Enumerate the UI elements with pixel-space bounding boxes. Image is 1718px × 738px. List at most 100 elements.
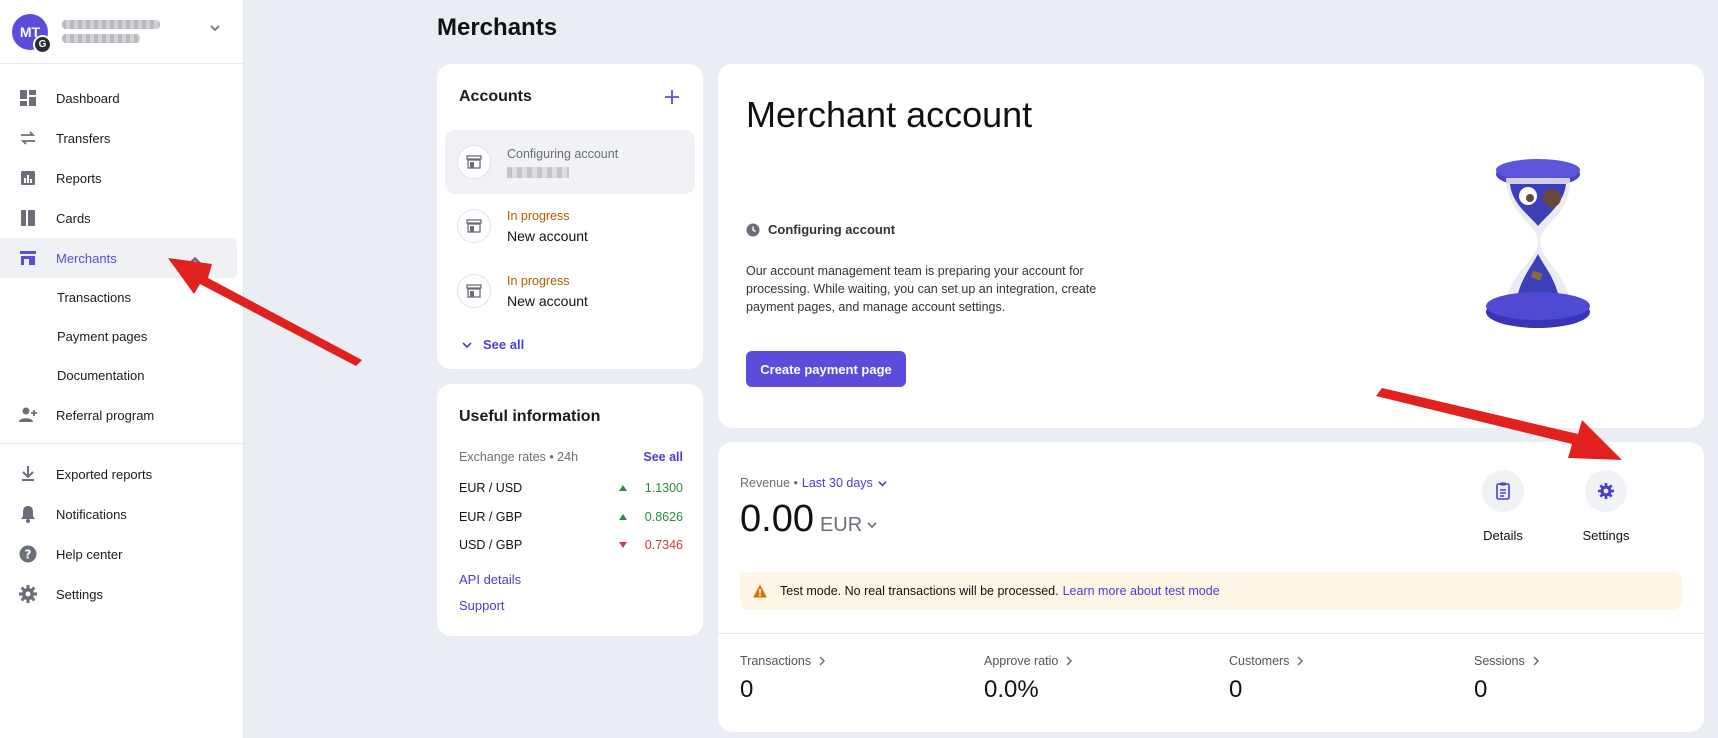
api-details-link[interactable]: API details xyxy=(459,572,521,587)
add-account-plus-icon[interactable] xyxy=(663,88,681,106)
nav-settings[interactable]: Settings xyxy=(0,574,243,614)
rate-pair: EUR / GBP xyxy=(459,510,523,524)
nav-merchants[interactable]: Merchants xyxy=(0,238,237,278)
stat-sessions[interactable]: Sessions 0 xyxy=(1474,654,1541,704)
stat-value: 0.0% xyxy=(984,676,1039,703)
store-icon xyxy=(466,284,482,298)
stat-customers[interactable]: Customers 0 xyxy=(1229,654,1305,704)
chevron-down-icon xyxy=(462,341,472,348)
avatar: MT G xyxy=(12,13,52,54)
nav-referral-program[interactable]: Referral program xyxy=(0,395,243,435)
chevron-right-icon xyxy=(1297,656,1304,666)
chevron-up-icon[interactable] xyxy=(185,252,205,272)
chevron-right-icon xyxy=(1533,656,1539,666)
stat-value: 0 xyxy=(1474,676,1488,703)
learn-more-test-mode-link[interactable]: Learn more about test mode xyxy=(1063,584,1220,598)
gear-icon xyxy=(19,585,37,603)
cards-icon xyxy=(21,210,35,226)
chevron-down-icon xyxy=(878,480,887,487)
rate-value: 0.8626 xyxy=(644,510,683,524)
exchange-rates-label: Exchange rates • 24h xyxy=(459,450,579,464)
settings-button[interactable]: Settings xyxy=(1561,470,1651,543)
stat-approve-ratio[interactable]: Approve ratio 0.0% xyxy=(984,654,1074,704)
nav-help-center[interactable]: ? Help center xyxy=(0,534,243,574)
nav-payment-pages[interactable]: Payment pages xyxy=(0,317,243,356)
stat-title: Transactions xyxy=(740,654,812,668)
rate-value: 0.7346 xyxy=(644,538,683,552)
store-icon-badge xyxy=(457,274,491,308)
nav-label: Notifications xyxy=(56,506,127,522)
download-icon xyxy=(22,466,34,481)
merchant-description: Our account management team is preparing… xyxy=(746,264,1097,314)
rate-row: USD / GBP 0.7346 xyxy=(459,538,683,552)
stat-value: 0 xyxy=(740,676,754,703)
revenue-card: Revenue • Last 30 days 0.00 EUR Details … xyxy=(718,442,1704,732)
clipboard-icon xyxy=(1496,482,1510,500)
revenue-value: 0.00 xyxy=(740,498,814,540)
see-all-accounts-link[interactable]: See all xyxy=(461,337,524,352)
chevron-right-icon xyxy=(819,656,826,666)
account-item[interactable]: In progress New account xyxy=(445,194,695,258)
chevron-down-icon[interactable] xyxy=(209,22,221,34)
account-item[interactable]: In progress New account xyxy=(445,259,695,323)
reports-icon xyxy=(21,171,35,185)
details-icon-circle xyxy=(1482,470,1524,512)
profile-switcher[interactable]: MT G xyxy=(0,0,243,64)
details-button[interactable]: Details xyxy=(1458,470,1548,543)
nav-transfers[interactable]: Transfers xyxy=(0,118,243,158)
useful-information-card: Useful information Exchange rates • 24h … xyxy=(437,384,703,636)
account-name: New account xyxy=(507,227,588,244)
avatar-badge: G xyxy=(33,34,52,54)
warning-icon xyxy=(753,584,767,598)
revenue-label: Revenue • xyxy=(740,476,798,490)
test-mode-text: Test mode. No real transactions will be … xyxy=(780,584,1059,598)
trend-up-icon xyxy=(619,514,627,520)
nav-reports[interactable]: Reports xyxy=(0,158,243,198)
create-payment-page-button[interactable]: Create payment page xyxy=(746,351,906,387)
chevron-down-icon[interactable] xyxy=(866,519,878,531)
account-item[interactable]: Configuring account xyxy=(445,130,695,194)
accounts-card: Accounts Configuring account In progress… xyxy=(437,64,703,369)
store-icon xyxy=(20,251,36,265)
nav-dashboard[interactable]: Dashboard xyxy=(0,78,243,118)
see-all-rates-link[interactable]: See all xyxy=(643,450,683,464)
bell-icon xyxy=(21,506,35,523)
nav-transactions[interactable]: Transactions xyxy=(0,278,243,317)
trend-down-icon xyxy=(619,542,627,548)
exchange-rates-header: Exchange rates • 24h See all xyxy=(459,450,683,464)
merchant-account-card: Merchant account Configuring account Our… xyxy=(718,64,1704,428)
main-nav: Dashboard Transfers Reports Cards Mercha… xyxy=(0,64,243,614)
account-status: In progress xyxy=(507,273,570,288)
nav-label: Settings xyxy=(56,586,103,602)
accounts-title: Accounts xyxy=(459,88,532,105)
stat-transactions[interactable]: Transactions 0 xyxy=(740,654,827,704)
settings-label: Settings xyxy=(1582,528,1630,543)
redacted-account-name xyxy=(507,166,569,178)
nav-exported-reports[interactable]: Exported reports xyxy=(0,454,243,494)
chevron-right-icon xyxy=(1066,656,1073,666)
svg-text:?: ? xyxy=(25,548,32,562)
store-icon xyxy=(466,155,482,169)
details-label: Details xyxy=(1483,528,1523,543)
dashboard-icon xyxy=(20,90,36,106)
configuring-status: Configuring account xyxy=(746,222,895,237)
revenue-divider xyxy=(718,633,1704,634)
nav-label: Cards xyxy=(56,210,91,226)
useful-information-title: Useful information xyxy=(459,408,601,425)
currency-selector[interactable]: EUR xyxy=(820,514,862,537)
nav-label: Referral program xyxy=(56,407,155,423)
revenue-amount: 0.00 EUR xyxy=(740,498,878,541)
nav-documentation[interactable]: Documentation xyxy=(0,356,243,395)
nav-notifications[interactable]: Notifications xyxy=(0,494,243,534)
store-icon-badge xyxy=(457,209,491,243)
revenue-period-selector[interactable]: Revenue • Last 30 days xyxy=(740,476,888,490)
account-name: New account xyxy=(507,292,588,309)
rate-row: EUR / USD 1.1300 xyxy=(459,481,683,495)
rate-value: 1.1300 xyxy=(644,481,683,495)
nav-divider xyxy=(0,443,243,444)
account-status: In progress xyxy=(507,208,570,223)
support-link[interactable]: Support xyxy=(459,598,505,613)
nav-cards[interactable]: Cards xyxy=(0,198,243,238)
nav-label: Help center xyxy=(56,546,123,562)
sidebar: MT G Dashboard Transfers Reports Cards M… xyxy=(0,0,244,738)
